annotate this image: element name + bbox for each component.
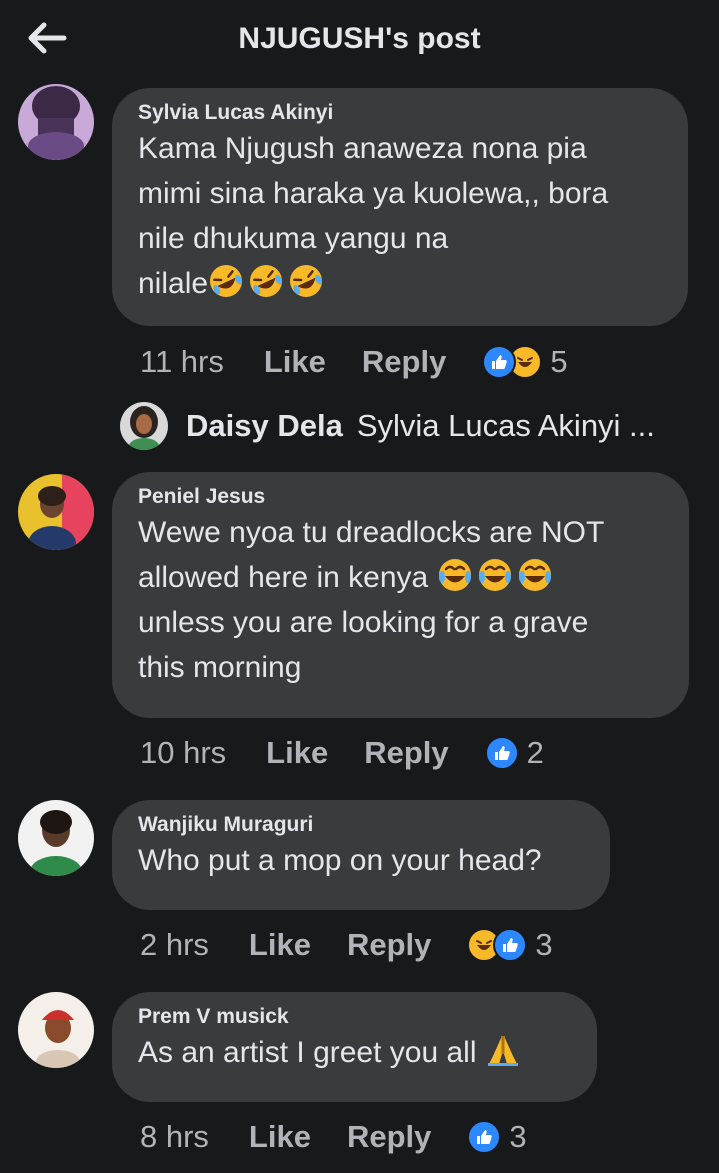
tears-of-joy-emoji-icon: [438, 559, 471, 591]
avatar-wanjiku[interactable]: [18, 800, 94, 876]
page-title: NJUGUSH's post: [238, 22, 481, 55]
comment-actions: 11 hrs Like Reply 5: [140, 342, 568, 382]
rofl-emoji-icon: [290, 265, 323, 297]
reaction-summary[interactable]: 3: [467, 1119, 527, 1155]
comment-author[interactable]: Wanjiku Muraguri: [138, 812, 586, 838]
like-button[interactable]: Like: [249, 927, 311, 963]
reaction-count: 3: [535, 927, 553, 962]
reply-button[interactable]: Reply: [362, 344, 446, 380]
like-reaction-icon: [482, 345, 517, 379]
avatar-sylvia[interactable]: [18, 84, 94, 160]
reaction-summary[interactable]: 5: [482, 344, 568, 380]
like-reaction-icon: [484, 736, 519, 770]
comment-bubble: Peniel Jesus Wewe nyoa tu dreadlocks are…: [112, 472, 689, 718]
top-bar: NJUGUSH's post: [0, 0, 719, 86]
reply-button[interactable]: Reply: [364, 735, 448, 771]
tears-of-joy-emoji-icon: [518, 559, 551, 591]
comment-bubble: Sylvia Lucas Akinyi Kama Njugush anaweza…: [112, 88, 688, 326]
comment-text: Wewe nyoa tu dreadlocks are NOT allowed …: [138, 516, 605, 684]
rofl-emoji-icon: [210, 265, 243, 297]
comment-bubble: Prem V musick As an artist I greet you a…: [112, 992, 597, 1102]
like-button[interactable]: Like: [264, 344, 326, 380]
comment-text: Kama Njugush anaweza nona pia mimi sina …: [138, 126, 664, 306]
like-reaction-icon: [493, 928, 528, 962]
reply-preview[interactable]: Daisy Dela Sylvia Lucas Akinyi ...: [120, 398, 655, 454]
reaction-count: 2: [526, 735, 544, 770]
reaction-count: 5: [550, 344, 568, 379]
reply-button[interactable]: Reply: [347, 927, 431, 963]
comment-bubble: Wanjiku Muraguri Who put a mop on your h…: [112, 800, 610, 910]
like-button[interactable]: Like: [266, 735, 328, 771]
comment-text: Who put a mop on your head?: [138, 844, 542, 877]
timestamp[interactable]: 2 hrs: [140, 927, 209, 963]
comment-actions: 10 hrs Like Reply 2: [140, 733, 544, 773]
comment-author[interactable]: Peniel Jesus: [138, 484, 665, 510]
avatar-peniel[interactable]: [18, 474, 94, 550]
like-reaction-icon: [467, 1120, 502, 1154]
avatar-daisy[interactable]: [120, 402, 168, 450]
reply-button[interactable]: Reply: [347, 1119, 431, 1155]
comment-actions: 2 hrs Like Reply 3: [140, 925, 553, 965]
timestamp[interactable]: 8 hrs: [140, 1119, 209, 1155]
comment-author[interactable]: Prem V musick: [138, 1004, 573, 1030]
reaction-summary[interactable]: 3: [467, 927, 553, 963]
comment-author[interactable]: Sylvia Lucas Akinyi: [138, 100, 664, 126]
reaction-count: 3: [509, 1119, 527, 1154]
like-button[interactable]: Like: [249, 1119, 311, 1155]
rofl-emoji-icon: [250, 265, 283, 297]
folded-hands-emoji-icon: [487, 1036, 518, 1066]
tears-of-joy-emoji-icon: [478, 559, 511, 591]
reply-author: Daisy Dela: [186, 408, 343, 443]
comment-actions: 8 hrs Like Reply 3: [140, 1117, 527, 1157]
reply-snippet: Sylvia Lucas Akinyi ...: [356, 408, 655, 443]
timestamp[interactable]: 10 hrs: [140, 735, 226, 771]
timestamp[interactable]: 11 hrs: [140, 344, 224, 380]
reaction-summary[interactable]: 2: [484, 735, 544, 771]
comment-text: As an artist I greet you all: [138, 1030, 573, 1075]
avatar-prem[interactable]: [18, 992, 94, 1068]
